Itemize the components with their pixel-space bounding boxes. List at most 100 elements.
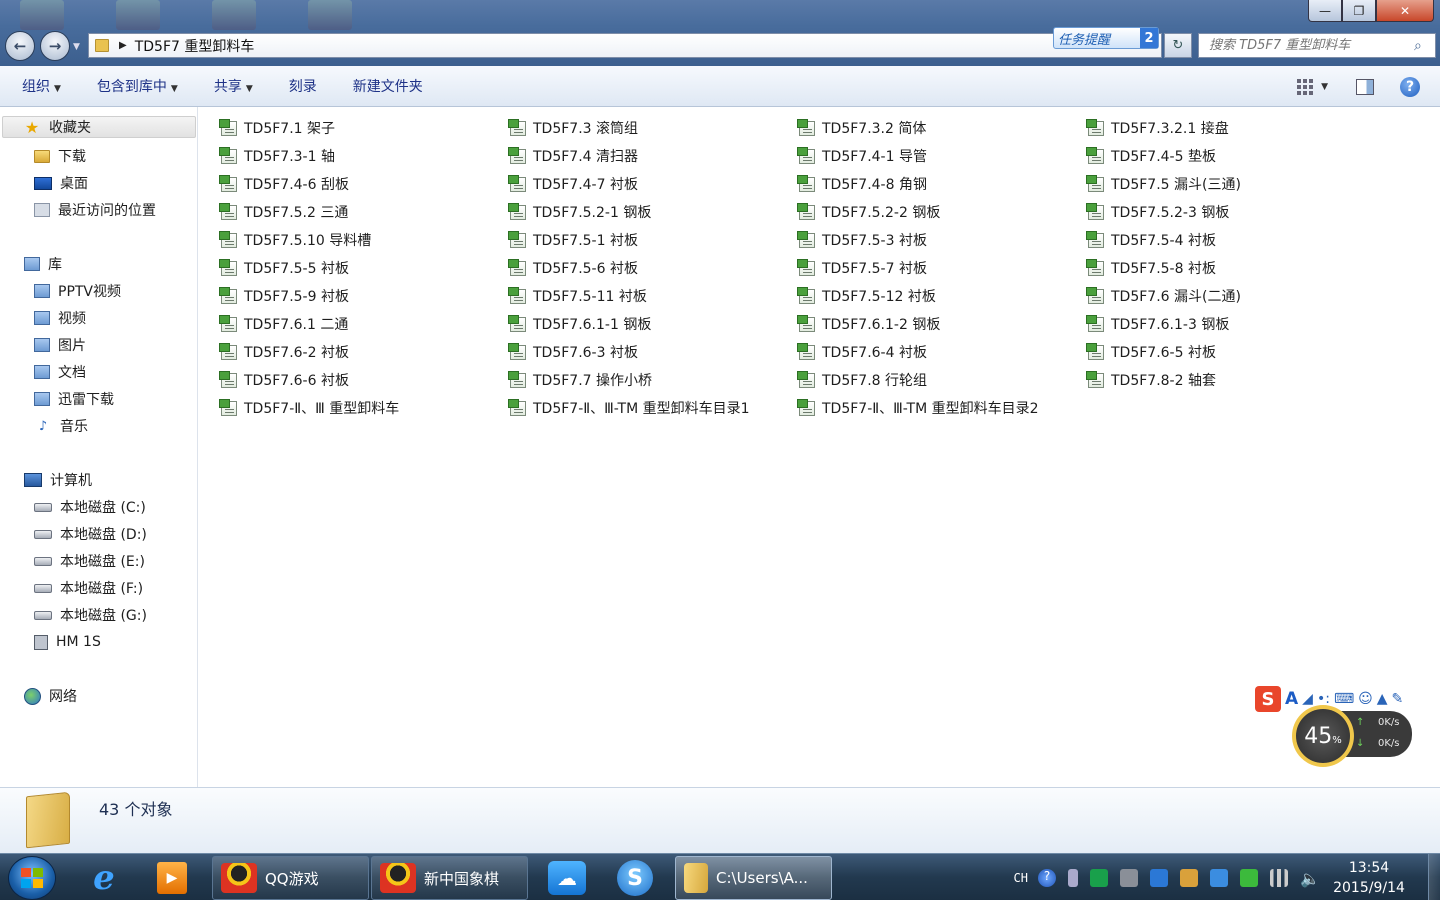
sogou-browser-pinned-icon[interactable]: S bbox=[608, 858, 662, 898]
volume-icon[interactable]: 🔈 bbox=[1300, 869, 1320, 888]
sidebar-item-drive-d[interactable]: 本地磁盘 (D:) bbox=[34, 523, 147, 545]
file-item[interactable]: TD5F7.3-1 轴 bbox=[219, 145, 335, 167]
back-button[interactable]: ← bbox=[5, 31, 35, 61]
new-folder-button[interactable]: 新建文件夹 bbox=[353, 76, 423, 96]
ime-options-tray-icon[interactable] bbox=[1068, 868, 1078, 887]
cloud-app-pinned-icon[interactable]: ☁ bbox=[540, 858, 594, 898]
task-reminder-button[interactable]: 任务提醒 2 bbox=[1053, 27, 1159, 49]
sidebar-item-recent[interactable]: 最近访问的位置 bbox=[34, 199, 156, 221]
file-item[interactable]: TD5F7.5.2-2 钢板 bbox=[797, 201, 940, 223]
refresh-button[interactable]: ↻ bbox=[1164, 33, 1192, 58]
file-item[interactable]: TD5F7.4-8 角钢 bbox=[797, 173, 927, 195]
file-item[interactable]: TD5F7.4 清扫器 bbox=[508, 145, 638, 167]
sidebar-item-pictures[interactable]: 图片 bbox=[34, 334, 86, 356]
file-item[interactable]: TD5F7-Ⅱ、Ⅲ-TM 重型卸料车目录2 bbox=[797, 397, 1039, 419]
file-item[interactable]: TD5F7.5.2-3 钢板 bbox=[1086, 201, 1229, 223]
show-desktop-button[interactable] bbox=[1428, 854, 1440, 900]
wifi-signal-icon[interactable] bbox=[1270, 868, 1288, 887]
search-icon[interactable]: ⌕ bbox=[1414, 38, 1422, 54]
sidebar-item-computer[interactable]: 计算机 bbox=[24, 469, 92, 491]
file-item[interactable]: TD5F7.6-2 衬板 bbox=[219, 341, 349, 363]
file-item[interactable]: TD5F7.6.1-3 钢板 bbox=[1086, 313, 1229, 335]
burn-button[interactable]: 刻录 bbox=[289, 76, 317, 96]
network-device-tray-icon[interactable] bbox=[1120, 868, 1138, 887]
file-item[interactable]: TD5F7.5.2-1 钢板 bbox=[508, 201, 651, 223]
file-item[interactable]: TD5F7.3 滚筒组 bbox=[508, 117, 638, 139]
file-item[interactable]: TD5F7.4-7 衬板 bbox=[508, 173, 638, 195]
network-speed-widget[interactable]: 45% ↑ 0K/s ↓ 0K/s bbox=[1292, 705, 1412, 767]
forward-button[interactable]: → bbox=[40, 31, 70, 61]
sidebar-item-documents[interactable]: 文档 bbox=[34, 361, 86, 383]
breadcrumb-chevron-icon[interactable]: ▶ bbox=[119, 40, 127, 51]
sidebar-item-drive-e[interactable]: 本地磁盘 (E:) bbox=[34, 550, 145, 572]
maximize-button[interactable]: ❐ bbox=[1342, 0, 1376, 22]
sogou-ime-logo-icon[interactable]: S bbox=[1255, 686, 1281, 712]
sidebar-item-pptv[interactable]: PPTV视频 bbox=[34, 280, 121, 302]
file-item[interactable]: TD5F7.5-9 衬板 bbox=[219, 285, 349, 307]
organize-menu[interactable]: 组织 ▼ bbox=[22, 76, 61, 96]
file-item[interactable]: TD5F7.5-6 衬板 bbox=[508, 257, 638, 279]
address-bar[interactable]: ▶ TD5F7 重型卸料车 bbox=[88, 33, 1162, 58]
sidebar-item-network[interactable]: 网络 bbox=[24, 685, 77, 707]
file-item[interactable]: TD5F7.5-1 衬板 bbox=[508, 229, 638, 251]
file-item[interactable]: TD5F7.3.2.1 接盘 bbox=[1086, 117, 1229, 139]
ie-pinned-icon[interactable]: e bbox=[77, 858, 131, 898]
taskbar-app-qq-games[interactable]: QQ游戏 bbox=[212, 856, 369, 900]
sidebar-item-downloads[interactable]: 下载 bbox=[34, 145, 86, 167]
file-item[interactable]: TD5F7.6.1 二通 bbox=[219, 313, 348, 335]
view-options-caret-icon[interactable]: ▼ bbox=[1321, 82, 1328, 92]
sidebar-item-favorites[interactable]: ★ 收藏夹 bbox=[2, 116, 196, 138]
help-icon[interactable]: ? bbox=[1400, 76, 1420, 97]
search-box[interactable]: ⌕ bbox=[1198, 33, 1436, 58]
file-item[interactable]: TD5F7.1 架子 bbox=[219, 117, 335, 139]
security-shield-tray-icon[interactable] bbox=[1090, 868, 1108, 887]
change-view-icon[interactable] bbox=[1297, 78, 1314, 95]
file-item[interactable]: TD5F7.6-3 衬板 bbox=[508, 341, 638, 363]
file-item[interactable]: TD5F7.8 行轮组 bbox=[797, 369, 927, 391]
file-item[interactable]: TD5F7.5-4 衬板 bbox=[1086, 229, 1216, 251]
start-button[interactable] bbox=[8, 856, 56, 900]
file-item[interactable]: TD5F7.5-8 衬板 bbox=[1086, 257, 1216, 279]
taskbar-app-explorer[interactable]: C:\Users\A... bbox=[675, 856, 832, 900]
breadcrumb-path[interactable]: TD5F7 重型卸料车 bbox=[135, 36, 255, 56]
preview-pane-icon[interactable] bbox=[1356, 78, 1374, 95]
display-tray-icon[interactable] bbox=[1150, 868, 1168, 887]
file-item[interactable]: TD5F7.5.2 三通 bbox=[219, 201, 348, 223]
file-item[interactable]: TD5F7.3.2 简体 bbox=[797, 117, 926, 139]
file-item[interactable]: TD5F7.5-7 衬板 bbox=[797, 257, 927, 279]
file-item[interactable]: TD5F7.4-1 导管 bbox=[797, 145, 927, 167]
media-player-pinned-icon[interactable]: ▶ bbox=[145, 858, 199, 898]
sidebar-item-videos[interactable]: 视频 bbox=[34, 307, 86, 329]
file-item[interactable]: TD5F7.5-3 衬板 bbox=[797, 229, 927, 251]
qq-tray-icon[interactable] bbox=[1180, 868, 1198, 887]
share-menu[interactable]: 共享 ▼ bbox=[214, 76, 253, 96]
file-item[interactable]: TD5F7-Ⅱ、Ⅲ 重型卸料车 bbox=[219, 397, 399, 419]
file-item[interactable]: TD5F7.6.1-1 钢板 bbox=[508, 313, 651, 335]
file-item[interactable]: TD5F7.5.10 导料槽 bbox=[219, 229, 371, 251]
help-tray-icon[interactable]: ? bbox=[1038, 868, 1056, 887]
file-item[interactable]: TD5F7.6-4 衬板 bbox=[797, 341, 927, 363]
file-item[interactable]: TD5F7.5 漏斗(三通) bbox=[1086, 173, 1241, 195]
sidebar-item-xunlei[interactable]: 迅雷下载 bbox=[34, 388, 114, 410]
file-item[interactable]: TD5F7.5-11 衬板 bbox=[508, 285, 647, 307]
file-item[interactable]: TD5F7.6-5 衬板 bbox=[1086, 341, 1216, 363]
file-item[interactable]: TD5F7.8-2 轴套 bbox=[1086, 369, 1216, 391]
sidebar-item-drive-f[interactable]: 本地磁盘 (F:) bbox=[34, 577, 143, 599]
sidebar-item-libraries[interactable]: 库 bbox=[24, 253, 62, 275]
file-item[interactable]: TD5F7.6 漏斗(二通) bbox=[1086, 285, 1241, 307]
sidebar-item-drive-c[interactable]: 本地磁盘 (C:) bbox=[34, 496, 146, 518]
sidebar-item-desktop[interactable]: 桌面 bbox=[34, 172, 88, 194]
file-item[interactable]: TD5F7.5-5 衬板 bbox=[219, 257, 349, 279]
antivirus-tray-icon[interactable] bbox=[1240, 868, 1258, 887]
sidebar-item-drive-g[interactable]: 本地磁盘 (G:) bbox=[34, 604, 147, 626]
file-item[interactable]: TD5F7-Ⅱ、Ⅲ-TM 重型卸料车目录1 bbox=[508, 397, 750, 419]
recent-pages-dropdown[interactable]: ▼ bbox=[73, 42, 80, 52]
sidebar-item-hm1s[interactable]: HM 1S bbox=[34, 631, 101, 653]
file-item[interactable]: TD5F7.6.1-2 钢板 bbox=[797, 313, 940, 335]
file-item[interactable]: TD5F7.7 操作小桥 bbox=[508, 369, 652, 391]
file-item[interactable]: TD5F7.4-5 垫板 bbox=[1086, 145, 1216, 167]
language-indicator[interactable]: CH bbox=[1014, 871, 1028, 885]
shield-tray-icon[interactable] bbox=[1210, 868, 1228, 887]
file-item[interactable]: TD5F7.6-6 衬板 bbox=[219, 369, 349, 391]
close-button[interactable]: ✕ bbox=[1376, 0, 1434, 22]
